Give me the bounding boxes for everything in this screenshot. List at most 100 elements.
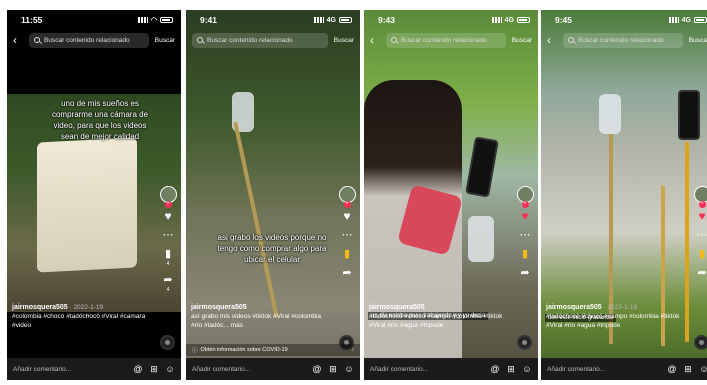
status-time: 9:43 — [378, 15, 396, 25]
network-type: 4G — [681, 16, 691, 24]
search-row: ‹ Buscar — [7, 31, 181, 49]
signal-icon — [668, 17, 679, 23]
avatar[interactable] — [338, 186, 356, 208]
post-date: · 2023-1-18 — [426, 304, 461, 311]
username[interactable]: jairmosquera505 — [191, 304, 247, 311]
gift-icon[interactable]: ⊞ — [683, 364, 693, 375]
action-column: ♥ ⋯ ▮4 ➦4 — [158, 186, 178, 293]
username[interactable]: jairmosquera505 — [369, 304, 425, 311]
status-bar: 9:45 4G — [541, 10, 707, 30]
phone-screen-4: 9:45 4G ‹ Buscar ♥ ⋯ ▮ ➦ con este inicié… — [541, 10, 707, 380]
network-type: 4G — [504, 16, 514, 24]
covid-notice-text: Obtén información sobre COVID-19 — [200, 347, 288, 353]
status-time: 9:41 — [200, 15, 218, 25]
video-info: jairmosquera505 · 2022-1-19 #colombia #c… — [12, 303, 152, 330]
avatar[interactable] — [516, 186, 534, 208]
chevron-left-icon[interactable]: ‹ — [13, 33, 23, 47]
at-icon[interactable]: @ — [312, 364, 322, 374]
search-button[interactable]: Buscar — [689, 37, 707, 44]
comment-input[interactable] — [547, 365, 661, 373]
bookmark-icon[interactable]: ▮ — [165, 248, 171, 260]
comment-input[interactable] — [13, 365, 127, 373]
chevron-right-icon: › — [352, 347, 354, 353]
gift-icon[interactable]: ⊞ — [328, 364, 338, 375]
search-row: Buscar — [186, 31, 360, 49]
video-caption: #tadóchocó #chocó #campo #colombia #tikt… — [546, 313, 680, 329]
music-disc-icon[interactable] — [694, 335, 707, 350]
chevron-left-icon[interactable]: ‹ — [547, 33, 557, 47]
search-input[interactable] — [44, 36, 144, 44]
username[interactable]: jairmosquera505 — [12, 304, 68, 311]
signal-icon — [137, 17, 148, 23]
search-icon — [391, 37, 397, 43]
share-icon[interactable]: ➦ — [520, 267, 529, 279]
status-bar: 11:55 ◠ — [7, 10, 181, 30]
search-box[interactable] — [386, 32, 506, 48]
emoji-icon[interactable]: ☺ — [344, 364, 354, 374]
heart-icon[interactable]: ♥ — [164, 210, 171, 222]
phone-screen-2: 9:41 4G Buscar asi grabo los videos porq… — [186, 10, 360, 380]
comment-input[interactable] — [192, 365, 306, 373]
status-time: 11:55 — [21, 15, 43, 25]
video-caption: #colombia #chocó #tadóchocó #Viral #cama… — [12, 313, 146, 329]
at-icon[interactable]: @ — [490, 364, 500, 374]
comment-bar: @ ⊞ ☺ — [7, 358, 181, 380]
share-icon[interactable]: ➦ — [163, 274, 172, 286]
bookmark-icon[interactable]: ▮ — [699, 248, 705, 260]
heart-icon[interactable]: ♥ — [343, 210, 350, 222]
avatar[interactable] — [693, 186, 707, 208]
bookmark-icon[interactable]: ▮ — [522, 248, 528, 260]
battery-icon — [339, 17, 352, 23]
action-column: ♥ ⋯ ▮ ➦ — [337, 186, 357, 279]
screenshot-strip: 11:55 ◠ ‹ Buscar uno de mis sueños es co… — [0, 0, 707, 385]
comment-icon[interactable]: ⋯ — [520, 229, 531, 241]
mounted-phone-prop — [678, 90, 700, 140]
search-box[interactable] — [563, 32, 683, 48]
bookmark-icon[interactable]: ▮ — [344, 248, 350, 260]
search-box[interactable] — [192, 32, 328, 48]
search-button[interactable]: Buscar — [512, 37, 532, 44]
at-icon[interactable]: @ — [667, 364, 677, 374]
emoji-icon[interactable]: ☺ — [165, 364, 175, 374]
search-input[interactable] — [401, 36, 501, 44]
share-icon[interactable]: ➦ — [342, 267, 351, 279]
covid-notice[interactable]: ⓘ Obtén información sobre COVID-19 › — [186, 344, 360, 356]
comment-icon[interactable]: ⋯ — [163, 229, 174, 241]
search-button[interactable]: Buscar — [334, 37, 354, 44]
heart-icon[interactable]: ♥ — [698, 210, 705, 222]
phone-screen-1: 11:55 ◠ ‹ Buscar uno de mis sueños es co… — [7, 10, 181, 380]
chevron-left-icon[interactable]: ‹ — [370, 33, 380, 47]
info-icon: ⓘ — [192, 348, 198, 354]
share-icon[interactable]: ➦ — [697, 267, 706, 279]
heart-icon[interactable]: ♥ — [521, 210, 528, 222]
action-column: ♥ ⋯ ▮ ➦ — [515, 186, 535, 279]
comment-input[interactable] — [370, 365, 484, 373]
music-disc-icon[interactable] — [517, 335, 532, 350]
signal-icon — [313, 17, 324, 23]
battery-icon — [160, 17, 173, 23]
comment-icon[interactable]: ⋯ — [342, 229, 353, 241]
comment-icon[interactable]: ⋯ — [697, 229, 707, 241]
search-icon — [34, 37, 40, 43]
emoji-icon[interactable]: ☺ — [522, 364, 532, 374]
wifi-icon: ◠ — [150, 17, 157, 24]
network-type: 4G — [326, 16, 336, 24]
gift-icon[interactable]: ⊞ — [506, 364, 516, 375]
search-input[interactable] — [207, 36, 323, 44]
search-input[interactable] — [578, 36, 678, 44]
search-box[interactable] — [29, 32, 149, 48]
status-bar: 9:41 4G — [186, 10, 360, 30]
comment-bar: @ ⊞ ☺ — [186, 358, 360, 380]
at-icon[interactable]: @ — [133, 364, 143, 374]
gift-icon[interactable]: ⊞ — [149, 364, 159, 375]
video-text-overlay: asi grabo los videos porque no tengo com… — [217, 233, 327, 264]
battery-icon — [517, 17, 530, 23]
video-text-overlay: uno de mis sueños es comprarme una cámar… — [51, 99, 149, 141]
phone-screen-3: 9:43 4G ‹ Buscar ♥ ⋯ ▮ ➦ un dia estaba p… — [364, 10, 538, 380]
avatar[interactable] — [159, 186, 177, 208]
search-button[interactable]: Buscar — [155, 37, 175, 44]
music-disc-icon[interactable] — [160, 335, 175, 350]
emoji-icon[interactable]: ☺ — [699, 364, 707, 374]
username[interactable]: jairmosquera505 — [546, 304, 602, 311]
search-row: ‹ Buscar — [364, 31, 538, 49]
